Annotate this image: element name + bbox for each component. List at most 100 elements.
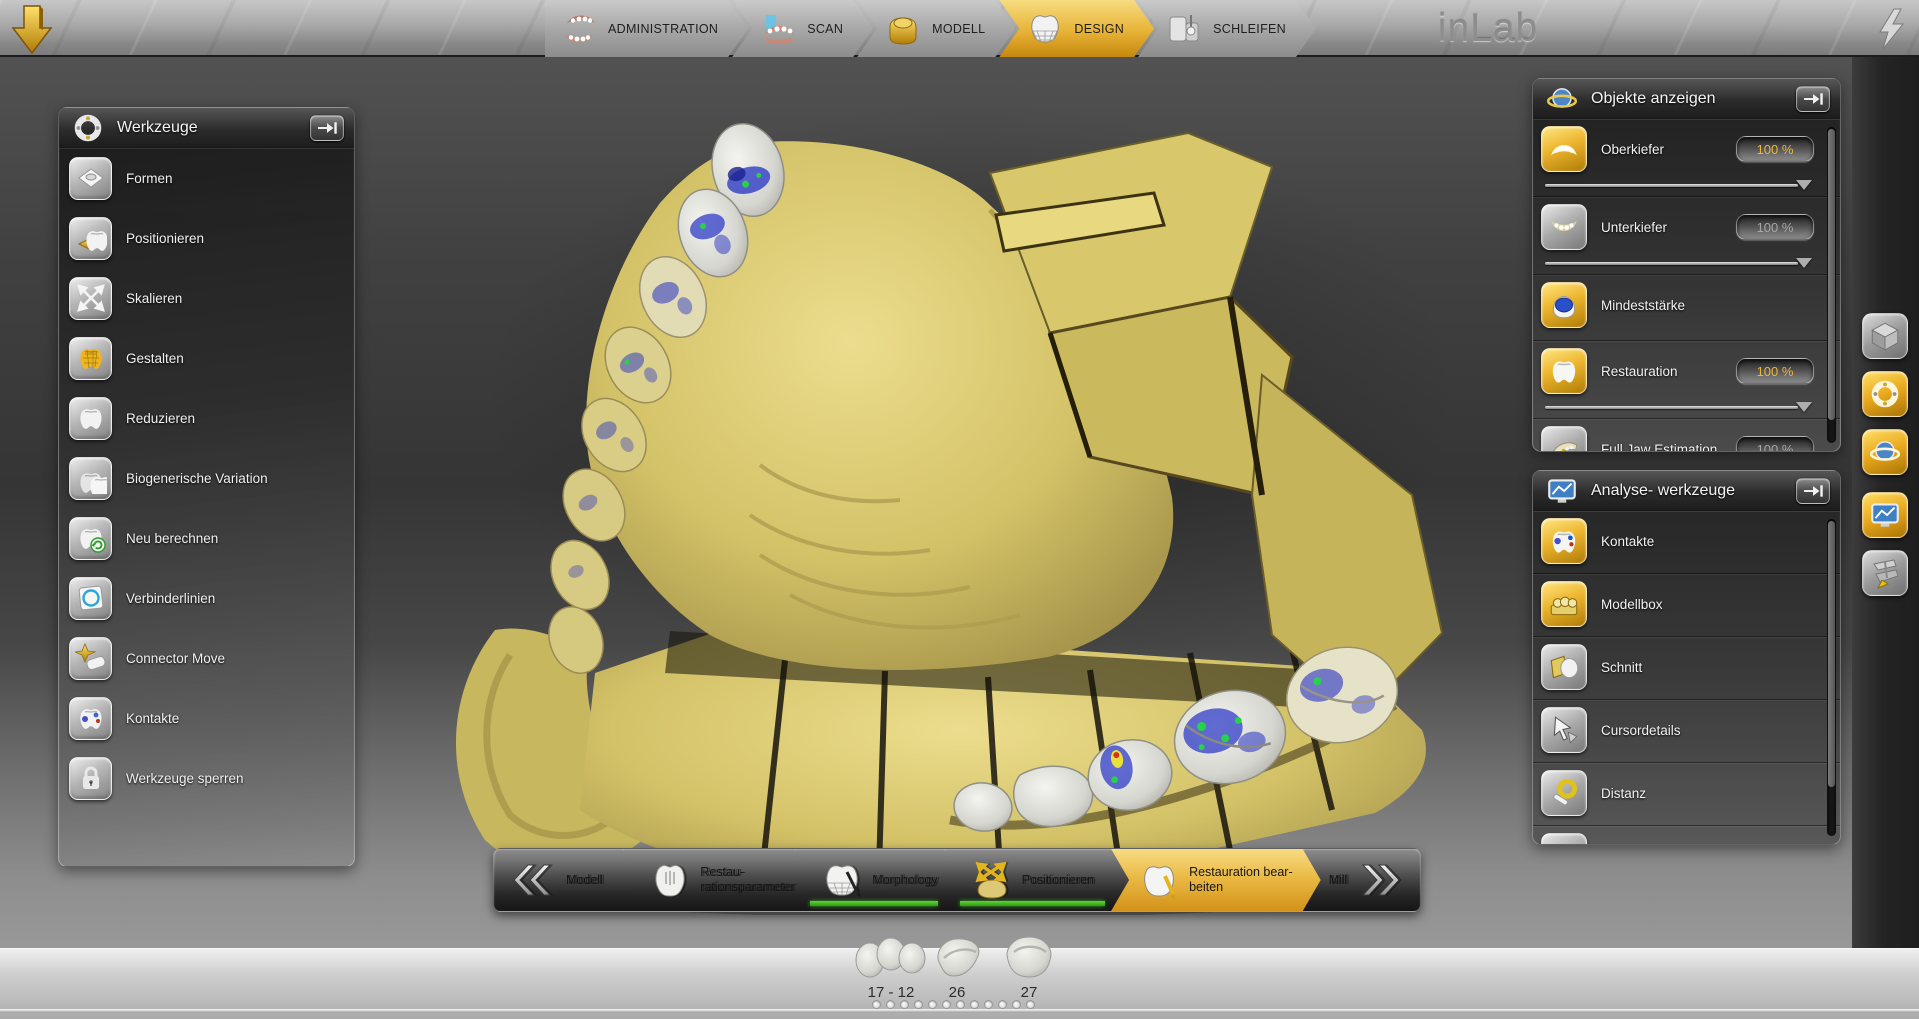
tool-item-kontakte[interactable]: Kontakte [59,688,354,748]
tooth-dot[interactable] [900,1000,909,1009]
show-objects-icon [1545,82,1579,116]
step-back-gold-arrow-icon[interactable] [10,3,56,57]
articulator-icon [1868,556,1902,590]
step-restaurationsparameter[interactable]: Restau- rationsparameter [622,849,812,911]
analysis-panel-header: Analyse- werkzeuge [1533,471,1840,511]
object-row-restauration: Restauration 100 % [1533,340,1840,418]
modellbox-icon [1541,581,1587,627]
restauration-icon[interactable] [1541,348,1587,394]
analysis-item-kontakte[interactable]: Kontakte [1533,511,1840,573]
tool-item-biogenerische-variation[interactable]: Biogenerische Variation [59,448,354,508]
analysis-panel-scrollbar[interactable] [1827,519,1836,836]
tool-item-formen[interactable]: Formen [59,148,354,208]
tool-item-gestalten[interactable]: Gestalten [59,328,354,388]
step-modell-back[interactable]: Modell [494,849,640,911]
toggle-objects-panel-button[interactable] [1862,429,1908,475]
positionieren-progress [960,901,1105,906]
restauration-opacity-slider[interactable] [1543,400,1812,414]
verbinderlinien-icon [69,577,112,620]
step-morphology[interactable]: Morphology [794,849,961,911]
phase-tab-schleifen[interactable]: SCHLEIFEN [1138,0,1316,57]
objects-panel-collapse-button[interactable] [1796,86,1830,112]
tool-item-skalieren[interactable]: Skalieren [59,268,354,328]
unterkiefer-opacity-value[interactable]: 100 % [1736,214,1814,240]
analysis-panel-collapse-button[interactable] [1796,478,1830,504]
unterkiefer-icon[interactable] [1541,204,1587,250]
restaurationsparameter-crown-icon [648,858,692,902]
analysis-item-cursordetails[interactable]: Cursordetails [1533,699,1840,762]
analysis-panel-title: Analyse- werkzeuge [1591,482,1784,500]
tool-item-positionieren[interactable]: Positionieren [59,208,354,268]
analysis-item-distanz[interactable]: Distanz [1533,762,1840,825]
design-step-bar: Modell Restau- rationsparameter Morpholo… [493,848,1421,912]
tooth-dot[interactable] [984,1000,993,1009]
mindeststaerke-icon[interactable] [1541,282,1587,328]
phase-tab-scan[interactable]: SCAN [732,0,873,57]
tooth-thumb-26[interactable] [930,934,984,980]
articulator-button[interactable] [1862,550,1908,596]
objects-panel-scrollbar[interactable] [1827,127,1836,443]
tools-panel-header: Werkzeuge [59,108,354,148]
analysis-item-modellbox[interactable]: Modellbox [1533,573,1840,636]
tooth-dot[interactable] [998,1000,1007,1009]
tooth-dot[interactable] [942,1000,951,1009]
app-logo: inLab [1408,7,1568,51]
positionieren-icon [69,217,112,260]
unterkiefer-opacity-slider[interactable] [1543,256,1812,270]
model-die-icon [883,9,923,49]
analysis-kontakte-icon [1541,518,1587,564]
oberkiefer-opacity-slider[interactable] [1543,178,1812,192]
toggle-tools-panel-button[interactable] [1862,371,1908,417]
step-restauration-bearbeiten[interactable]: Restauration bear- beiten [1111,849,1321,911]
workflow-phase-nav: ADMINISTRATION SCAN MODELL [545,0,1316,57]
tooth-dot[interactable] [886,1000,895,1009]
tooth-dot[interactable] [914,1000,923,1009]
step-positionieren[interactable]: Positionieren [944,849,1129,911]
tools-ring-icon [1868,377,1902,411]
phase-tab-label: SCHLEIFEN [1213,22,1286,36]
toggle-analysis-panel-button[interactable] [1862,492,1908,538]
full-jaw-opacity-value[interactable]: 100 % [1736,436,1814,452]
tooth-dot[interactable] [928,1000,937,1009]
collapse-arrow-icon [1800,481,1826,501]
view-cube-button[interactable] [1862,313,1908,359]
tools-panel-collapse-button[interactable] [310,115,344,141]
object-row-full-jaw-estimation: Full Jaw Estimation 100 % [1533,418,1840,452]
inlab-app: ADMINISTRATION SCAN MODELL [0,0,1919,1019]
object-row-mindeststaerke: Mindeststärke [1533,274,1840,340]
tooth-dot[interactable] [1012,1000,1021,1009]
analysis-item-partial[interactable] [1533,825,1840,845]
collapse-arrow-icon [1800,89,1826,109]
phase-tab-administration[interactable]: ADMINISTRATION [545,0,748,57]
tooth-dot[interactable] [1026,1000,1035,1009]
tool-item-reduzieren[interactable]: Reduzieren [59,388,354,448]
jaw-model-3d[interactable] [430,75,1520,915]
oberkiefer-opacity-value[interactable]: 100 % [1736,136,1814,162]
collapse-arrow-icon [314,118,340,138]
analysis-item-schnitt[interactable]: Schnitt [1533,636,1840,699]
tooth-dot[interactable] [956,1000,965,1009]
tooth-dot[interactable] [872,1000,881,1009]
power-lightning-icon[interactable] [1870,6,1912,52]
tooth-label-26: 26 [917,984,997,1001]
tool-item-verbinderlinien[interactable]: Verbinderlinien [59,568,354,628]
phase-tab-label: ADMINISTRATION [608,22,718,36]
gestalten-icon [69,337,112,380]
phase-tab-design[interactable]: DESIGN [999,0,1154,57]
tool-item-connector-move[interactable]: Connector Move [59,628,354,688]
neu-berechnen-icon [69,517,112,560]
tool-item-werkzeuge-sperren[interactable]: Werkzeuge sperren [59,748,354,808]
analysis-tools-icon [1868,498,1902,532]
milling-unit-icon [1164,9,1204,49]
reduzieren-icon [69,397,112,440]
tooth-dot[interactable] [970,1000,979,1009]
tool-item-neu-berechnen[interactable]: Neu berechnen [59,508,354,568]
phase-tab-label: DESIGN [1074,22,1124,36]
tooth-thumb-27[interactable] [1000,932,1058,980]
distanz-icon [1541,770,1587,816]
full-jaw-estimation-icon[interactable] [1541,426,1587,452]
phase-tab-modell[interactable]: MODELL [857,0,1015,57]
tooth-thumb-17-12[interactable] [854,934,928,980]
oberkiefer-icon[interactable] [1541,126,1587,172]
restauration-opacity-value[interactable]: 100 % [1736,358,1814,384]
